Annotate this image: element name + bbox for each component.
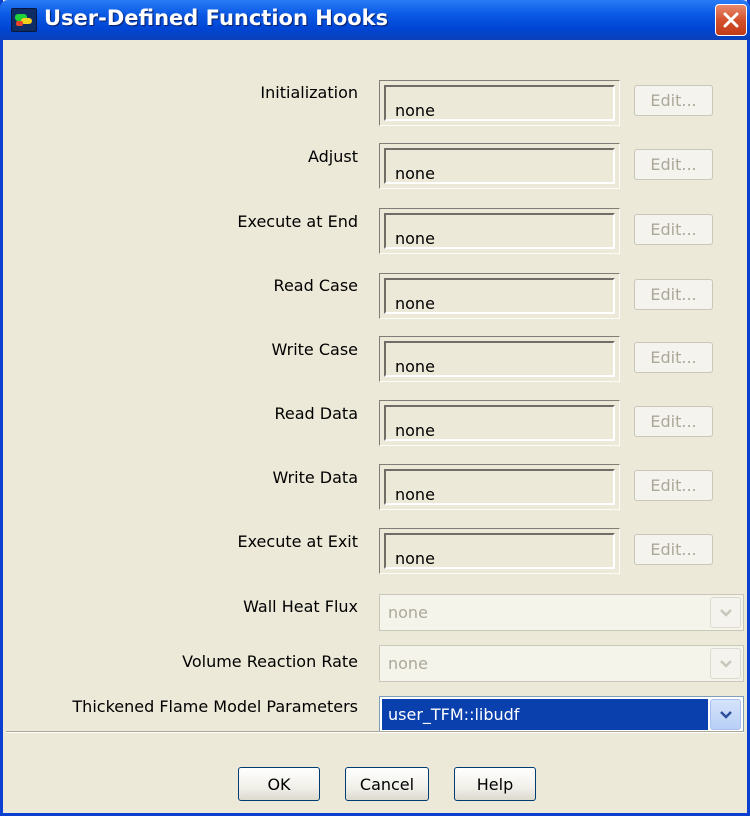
dialog-title: User-Defined Function Hooks [44,6,389,30]
close-button[interactable] [715,4,747,36]
read-case-field[interactable]: none [379,273,620,319]
dropdown-button[interactable] [710,648,741,679]
thickened-flame-model-parameters-label: Thickened Flame Model Parameters [72,697,358,716]
hook-label-write-data: Write Data [272,468,358,487]
fluent-app-icon [11,8,37,32]
field-value: none [395,549,435,568]
hook-label-read-data: Read Data [274,404,359,423]
dropdown-value: none [388,603,428,622]
chevron-down-icon [720,660,732,668]
execute-at-exit-field[interactable]: none [379,528,620,574]
read-case-edit-button[interactable]: Edit... [634,279,713,310]
hook-label-write-case: Write Case [271,340,358,359]
dropdown-value: user_TFM::libudf [382,699,708,730]
chevron-down-icon [720,609,732,617]
field-value: none [395,421,435,440]
wall-heat-flux-label: Wall Heat Flux [243,597,358,616]
field-value: none [395,101,435,120]
ok-button[interactable]: OK [238,767,320,801]
field-value: none [395,357,435,376]
initialization-field[interactable]: none [379,80,620,126]
help-button[interactable]: Help [454,767,536,801]
execute-at-end-edit-button[interactable]: Edit... [634,214,713,245]
dropdown-button[interactable] [710,699,741,730]
chevron-down-icon [720,711,732,719]
wall-heat-flux-dropdown[interactable]: none [379,594,744,631]
write-data-field[interactable]: none [379,464,620,510]
footer-separator [6,731,744,733]
adjust-field[interactable]: none [379,143,620,189]
field-value: none [395,485,435,504]
read-data-edit-button[interactable]: Edit... [634,406,713,437]
execute-at-end-field[interactable]: none [379,208,620,254]
write-case-field[interactable]: none [379,336,620,382]
execute-at-exit-edit-button[interactable]: Edit... [634,534,713,565]
volume-reaction-rate-label: Volume Reaction Rate [182,652,358,671]
hook-label-adjust: Adjust [307,147,358,166]
initialization-edit-button[interactable]: Edit... [634,85,713,116]
thickened-flame-model-parameters-dropdown[interactable]: user_TFM::libudf [379,696,744,733]
write-data-edit-button[interactable]: Edit... [634,470,713,501]
hook-label-initialization: Initialization [260,83,358,102]
close-icon [723,12,739,28]
adjust-edit-button[interactable]: Edit... [634,149,713,180]
dropdown-button[interactable] [710,597,741,628]
cancel-button[interactable]: Cancel [345,767,429,801]
volume-reaction-rate-dropdown[interactable]: none [379,645,744,682]
hook-label-read-case: Read Case [273,276,358,295]
title-bar[interactable]: User-Defined Function Hooks [0,0,750,40]
dropdown-value: none [388,654,428,673]
field-value: none [395,164,435,183]
hook-label-execute-at-exit: Execute at Exit [237,532,358,551]
udf-hooks-dialog: User-Defined Function Hooks Initializati… [0,0,750,816]
write-case-edit-button[interactable]: Edit... [634,342,713,373]
hook-label-execute-at-end: Execute at End [237,212,358,231]
read-data-field[interactable]: none [379,400,620,446]
field-value: none [395,294,435,313]
field-value: none [395,229,435,248]
